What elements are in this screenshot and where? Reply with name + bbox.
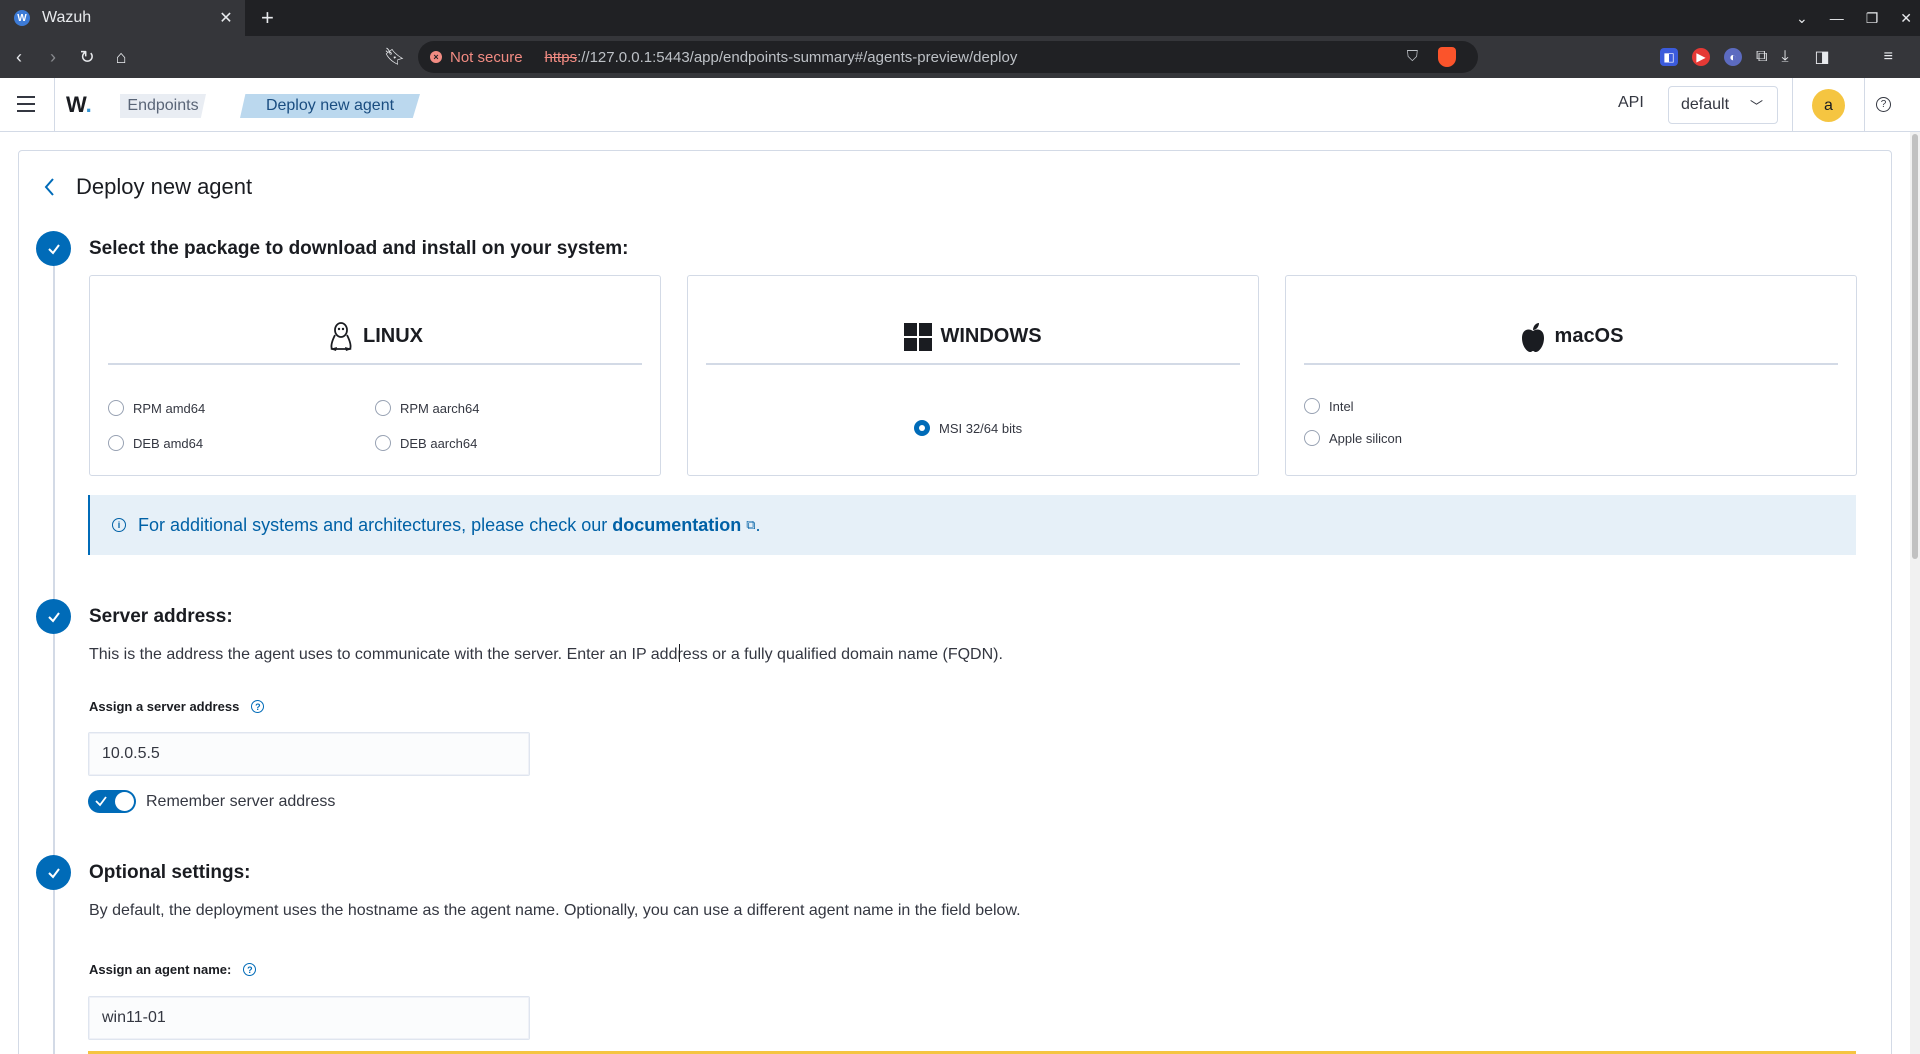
os-card-header: macOS [1304, 321, 1838, 365]
text-cursor [679, 644, 685, 662]
brave-shields-icon[interactable] [1438, 47, 1456, 67]
back-arrow-icon[interactable] [40, 174, 60, 200]
radio-apple-silicon[interactable]: Apple silicon [1304, 430, 1402, 446]
help-question-icon[interactable]: ? [251, 700, 265, 713]
server-address-input[interactable]: 10.0.5.5 [88, 732, 530, 776]
api-selector[interactable]: default ﹀ [1668, 86, 1778, 124]
minimize-icon[interactable]: — [1830, 10, 1844, 26]
header-divider [1792, 78, 1793, 132]
back-arrow-icon[interactable]: ‹ [4, 47, 34, 68]
not-secure-label[interactable]: Not secure [450, 49, 523, 66]
header-divider [1864, 78, 1865, 132]
api-label: API [1618, 94, 1644, 111]
menu-hamburger-icon[interactable] [17, 96, 35, 112]
external-link-icon[interactable]: ⧉ [746, 517, 755, 533]
reload-icon[interactable]: ↻ [72, 47, 102, 68]
extensions-puzzle-icon[interactable]: ⧉ [1756, 48, 1767, 66]
close-tab-icon[interactable]: ✕ [217, 8, 235, 28]
remember-server-label[interactable]: Remember server address [146, 790, 335, 813]
linux-tux-icon [330, 322, 352, 351]
page-title: Deploy new agent [76, 174, 253, 199]
wazuh-logo[interactable]: W. [66, 92, 92, 118]
help-question-icon[interactable]: ? [243, 963, 257, 976]
page-scrollbar[interactable] [1910, 132, 1920, 1054]
step-connector [53, 634, 55, 872]
downloads-icon[interactable]: ⤓ [1781, 48, 1788, 66]
step-server-title: Server address: [89, 606, 233, 627]
tab-list-chevron-icon[interactable]: ⌄ [1796, 10, 1808, 27]
step-complete-check-icon [36, 855, 71, 890]
header-divider [54, 78, 55, 132]
radio-intel[interactable]: Intel [1304, 398, 1354, 414]
os-card-header: WINDOWS [706, 321, 1240, 365]
agent-name-label: Assign an agent name: ? [89, 962, 257, 977]
documentation-link[interactable]: documentation [612, 515, 741, 536]
browser-nav-bar: ‹ › ↻ ⌂ 🔖︎ × Not secure https ://127.0.0… [0, 36, 1920, 78]
callout-period: . [755, 514, 761, 535]
window-controls: ⌄ — ❐ ✕ [1796, 0, 1912, 36]
extensions-area: ◧ ▶ ◐ ⧉ ⤓ ◨ ≡ [1660, 47, 1893, 67]
url-path: ://127.0.0.1:5443/app/endpoints-summary#… [577, 48, 1018, 66]
step-connector [53, 266, 55, 606]
check-icon [95, 796, 107, 807]
api-selected-value: default [1681, 96, 1730, 113]
breadcrumb-endpoints[interactable]: Endpoints [120, 94, 206, 118]
new-tab-icon[interactable]: + [261, 5, 274, 31]
close-window-icon[interactable]: ✕ [1900, 10, 1912, 27]
apple-logo-icon [1521, 323, 1544, 352]
browser-menu-icon[interactable]: ≡ [1884, 48, 1893, 66]
step-optional-title: Optional settings: [89, 862, 251, 883]
os-card-windows: WINDOWS MSI 32/64 bits [687, 275, 1259, 476]
os-name-linux: LINUX [363, 325, 423, 347]
info-callout: i For additional systems and architectur… [88, 495, 1856, 555]
radio-rpm-amd64[interactable]: RPM amd64 [108, 400, 205, 416]
os-name-macos: macOS [1554, 325, 1624, 347]
address-bar[interactable]: × Not secure https ://127.0.0.1:5443/app… [418, 41, 1478, 73]
browser-tab[interactable]: W Wazuh ✕ [0, 0, 245, 36]
step-package-title: Select the package to download and insta… [89, 238, 629, 259]
info-icon: i [112, 518, 126, 532]
server-address-label: Assign a server address ? [89, 699, 265, 714]
tab-title: Wazuh [42, 9, 92, 26]
radio-deb-aarch64[interactable]: DEB aarch64 [375, 435, 477, 451]
toggle-knob [115, 792, 134, 811]
remember-server-toggle[interactable] [88, 790, 136, 813]
shield-icon[interactable]: ⛉ [1407, 48, 1418, 65]
radio-deb-amd64[interactable]: DEB amd64 [108, 435, 203, 451]
os-card-macos: macOS Intel Apple silicon [1285, 275, 1857, 476]
forward-arrow-icon[interactable]: › [38, 47, 68, 68]
user-avatar[interactable]: a [1812, 89, 1845, 122]
step-complete-check-icon [36, 231, 71, 266]
home-icon[interactable]: ⌂ [106, 47, 136, 68]
optional-description: By default, the deployment uses the host… [89, 902, 1021, 919]
app-header: W. Endpoints Deploy new agent API defaul… [0, 78, 1920, 132]
agent-name-input[interactable]: win11-01 [88, 996, 530, 1040]
not-secure-icon: × [430, 51, 442, 63]
url-scheme: https [544, 48, 578, 66]
sidebar-toggle-icon[interactable]: ◨ [1815, 47, 1830, 67]
step-connector [53, 890, 55, 1054]
extension-youtube-icon[interactable]: ▶ [1692, 48, 1710, 66]
chevron-down-icon: ﹀ [1749, 99, 1763, 114]
scrollbar-thumb[interactable] [1912, 134, 1918, 559]
step-complete-check-icon [36, 599, 71, 634]
extension-blue-icon[interactable]: ◐ [1724, 48, 1742, 66]
browser-tab-bar: W Wazuh ✕ + ⌄ — ❐ ✕ [0, 0, 1920, 36]
server-description: This is the address the agent uses to co… [89, 646, 1003, 663]
help-icon[interactable]: ? [1876, 97, 1891, 112]
radio-msi-32-64[interactable]: MSI 32/64 bits [914, 420, 1022, 436]
callout-text: For additional systems and architectures… [138, 514, 608, 535]
os-card-linux: LINUX RPM amd64 RPM aarch64 DEB amd64 DE… [89, 275, 661, 476]
bookmark-icon[interactable]: 🔖︎ [384, 47, 406, 67]
wazuh-favicon-icon: W [14, 10, 30, 26]
breadcrumb-deploy-new-agent: Deploy new agent [240, 94, 420, 118]
os-name-windows: WINDOWS [940, 325, 1042, 347]
extension-bitwarden-icon[interactable]: ◧ [1660, 48, 1678, 66]
radio-rpm-aarch64[interactable]: RPM aarch64 [375, 400, 479, 416]
maximize-icon[interactable]: ❐ [1866, 10, 1879, 27]
os-card-header: LINUX [108, 321, 642, 365]
windows-logo-icon [904, 323, 933, 351]
